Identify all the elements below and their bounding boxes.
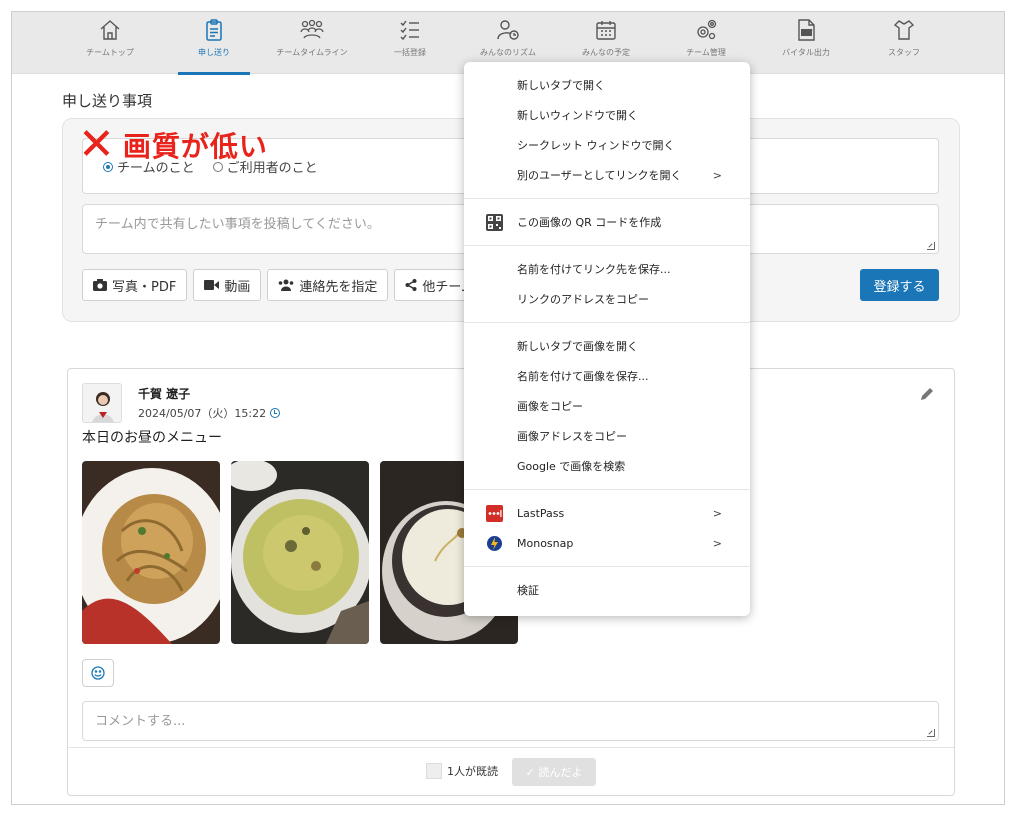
team-icon — [300, 19, 324, 39]
chevron-right-icon: > — [712, 169, 722, 182]
calendar-icon — [596, 21, 616, 40]
menu-separator — [464, 245, 750, 246]
quality-annotation: ✕ 画質が低い — [78, 123, 268, 167]
menu-monosnap[interactable]: Monosnap > — [464, 528, 750, 558]
comment-input[interactable]: コメントする... — [82, 701, 939, 741]
read-count[interactable]: 1人が既読 — [426, 763, 498, 779]
nav-bulk-register[interactable]: 一括登録 — [362, 18, 458, 70]
gears-icon — [697, 19, 717, 40]
menu-search-image-google[interactable]: Google で画像を検索 — [464, 451, 750, 481]
menu-open-incognito[interactable]: シークレット ウィンドウで開く — [464, 130, 750, 160]
nav-team-timeline[interactable]: チームタイムライン — [264, 18, 360, 70]
menu-open-as-other-user[interactable]: 別のユーザーとしてリンクを開く > — [464, 160, 750, 190]
nav-staff[interactable]: スタッフ — [856, 18, 952, 70]
menu-inspect[interactable]: 検証 — [464, 575, 750, 605]
post-photo[interactable] — [231, 461, 369, 644]
csv-icon: CSV — [798, 19, 815, 41]
page-title: 申し送り事項 — [62, 92, 153, 110]
monosnap-icon — [487, 536, 502, 551]
video-button[interactable]: 動画 — [193, 269, 262, 301]
lastpass-icon — [486, 505, 503, 522]
menu-separator — [464, 566, 750, 567]
smiley-icon — [91, 666, 105, 680]
comment-placeholder: コメントする... — [95, 714, 186, 729]
cross-mark-icon: ✕ — [78, 119, 115, 170]
menu-save-image-as[interactable]: 名前を付けて画像を保存... — [464, 361, 750, 391]
clipboard-icon — [206, 19, 222, 41]
menu-separator — [464, 489, 750, 490]
qr-code-icon — [486, 214, 503, 231]
menu-copy-image-address[interactable]: 画像アドレスをコピー — [464, 421, 750, 451]
post-footer: 1人が既読 ✓ 読んだよ — [68, 747, 954, 795]
context-menu: 新しいタブで開く 新しいウィンドウで開く シークレット ウィンドウで開く 別のユ… — [464, 62, 750, 616]
menu-separator — [464, 198, 750, 199]
post-photo[interactable] — [82, 461, 220, 644]
menu-separator — [464, 322, 750, 323]
svg-text:CSV: CSV — [801, 31, 812, 37]
mark-read-button[interactable]: ✓ 読んだよ — [512, 758, 596, 786]
chevron-right-icon: > — [712, 537, 722, 550]
photo-pdf-button[interactable]: 写真・PDF — [82, 269, 188, 301]
person-photo-icon — [83, 384, 121, 422]
curry-dish-photo — [231, 461, 369, 644]
menu-open-image-new-tab[interactable]: 新しいタブで画像を開く — [464, 331, 750, 361]
nav-handover[interactable]: 申し送り — [166, 18, 262, 75]
menu-copy-link-address[interactable]: リンクのアドレスをコピー — [464, 284, 750, 314]
chevron-right-icon: > — [712, 507, 722, 520]
pencil-icon[interactable] — [920, 387, 934, 401]
menu-copy-image[interactable]: 画像をコピー — [464, 391, 750, 421]
checklist-icon — [400, 20, 419, 41]
clock-icon[interactable] — [270, 408, 281, 418]
menu-lastpass[interactable]: LastPass > — [464, 498, 750, 528]
noodle-dish-photo — [82, 461, 220, 644]
staff-icon — [893, 20, 915, 40]
nav-team-top[interactable]: チームトップ — [62, 18, 158, 70]
compose-toolbar: 写真・PDF 動画 連絡先を指定 他チーム — [82, 269, 484, 301]
reader-avatar — [426, 763, 442, 779]
post-body: 本日のお昼のメニュー — [82, 430, 222, 446]
resize-grip-icon[interactable] — [927, 729, 935, 737]
menu-save-link-as[interactable]: 名前を付けてリンク先を保存... — [464, 254, 750, 284]
menu-open-new-tab[interactable]: 新しいタブで開く — [464, 70, 750, 100]
specify-contacts-button[interactable]: 連絡先を指定 — [267, 269, 389, 301]
share-icon — [405, 279, 417, 291]
avatar[interactable] — [82, 383, 122, 423]
post-author[interactable]: 千賀 遼子 — [138, 385, 190, 402]
register-button[interactable]: 登録する — [860, 269, 939, 301]
nav-vital-export[interactable]: CSV バイタル出力 — [758, 18, 854, 70]
menu-open-new-window[interactable]: 新しいウィンドウで開く — [464, 100, 750, 130]
video-icon — [204, 280, 220, 290]
post-input-placeholder: チーム内で共有したい事項を投稿してください。 — [95, 217, 380, 232]
users-icon — [279, 279, 294, 291]
post-date: 2024/05/07（火）15:22 — [138, 405, 281, 421]
home-icon — [100, 20, 120, 40]
camera-icon — [93, 279, 107, 291]
annotation-text: 画質が低い — [122, 130, 268, 163]
resize-grip-icon[interactable] — [927, 242, 935, 250]
reaction-button[interactable] — [82, 659, 114, 687]
user-clock-icon — [497, 20, 519, 40]
menu-create-qr[interactable]: この画像の QR コードを作成 — [464, 207, 750, 237]
